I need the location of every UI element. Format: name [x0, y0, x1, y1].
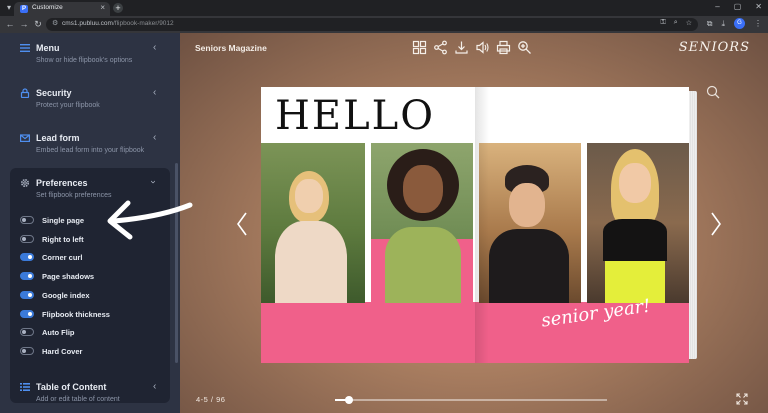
pref-corner-curl[interactable]: Corner curl	[20, 252, 170, 262]
grid-icon[interactable]	[412, 40, 427, 55]
pref-flipbook-thickness[interactable]: Flipbook thickness	[20, 309, 170, 319]
window-controls: – ▢ ✕	[715, 2, 762, 11]
reload-icon[interactable]: ↻	[32, 18, 44, 30]
viewer-title: Seniors Magazine	[195, 43, 267, 53]
brand-logo: SENIORS	[678, 40, 750, 55]
bookmark-star-icon[interactable]: ☆	[686, 19, 692, 27]
section-title: Lead form	[36, 133, 80, 143]
toggle-label: Flipbook thickness	[42, 310, 110, 319]
page-slider[interactable]	[335, 396, 607, 404]
zoom-icon[interactable]	[517, 40, 532, 55]
section-title: Preferences	[36, 178, 88, 188]
annotation-arrow-icon	[107, 200, 193, 240]
forward-icon[interactable]: →	[18, 18, 30, 30]
chevron-down-icon[interactable]: ‹	[148, 180, 159, 183]
zoom-page-icon[interactable]: ⌕	[674, 19, 678, 27]
site-info-icon[interactable]: ⚙	[52, 19, 58, 27]
toggle-label: Auto Flip	[42, 328, 75, 337]
gear-icon	[20, 178, 30, 188]
url-path: /flipbook-maker/9012	[112, 20, 174, 27]
search-icon[interactable]	[706, 85, 720, 99]
photo-senior-2	[371, 143, 473, 303]
pref-google-index[interactable]: Google index	[20, 290, 170, 300]
mail-icon	[20, 134, 30, 143]
toggle-switch[interactable]	[20, 291, 34, 299]
new-tab-icon[interactable]: +	[113, 3, 123, 13]
fullscreen-icon[interactable]	[736, 393, 748, 405]
section-subtitle: Embed lead form into your flipbook	[36, 147, 145, 154]
pref-hard-cover[interactable]: Hard Cover	[20, 346, 170, 356]
minimize-icon[interactable]: –	[715, 2, 719, 11]
menu-icon	[20, 44, 30, 52]
pink-band	[261, 302, 475, 363]
url-text: cms1.publuu.com/flipbook-maker/9012	[62, 20, 174, 27]
prev-page-arrow-icon[interactable]	[236, 211, 248, 237]
chevron-left-icon[interactable]: ‹	[153, 43, 156, 53]
section-title: Menu	[36, 43, 60, 53]
page-indicator: 4-5 / 96	[196, 395, 226, 404]
chevron-left-icon[interactable]: ‹	[153, 133, 156, 143]
extensions-icon[interactable]: ⧉	[707, 19, 713, 29]
flipbook-spread[interactable]: HELLO senior year!	[261, 87, 697, 363]
browser-tab[interactable]: P Customize ×	[14, 2, 110, 16]
pref-auto-flip[interactable]: Auto Flip	[20, 327, 170, 337]
maximize-icon[interactable]: ▢	[734, 2, 742, 11]
section-title: Table of Content	[36, 382, 107, 392]
lock-icon	[20, 88, 30, 98]
download-icon[interactable]	[454, 40, 469, 55]
downloads-icon[interactable]: ⤓	[721, 19, 725, 29]
flipbook-viewer: Seniors Magazine SENIORS HELLO senior ye…	[180, 33, 768, 413]
section-title: Security	[36, 88, 72, 98]
back-icon[interactable]: ←	[4, 18, 16, 30]
browser-menu-icon[interactable]: ⋮	[754, 19, 762, 28]
toggle-switch[interactable]	[20, 310, 34, 318]
photo-senior-4	[587, 143, 689, 303]
next-page-arrow-icon[interactable]	[710, 211, 722, 237]
browser-toolbar: ← → ↻ ⚙ cms1.publuu.com/flipbook-maker/9…	[0, 16, 768, 33]
favicon-icon: P	[20, 5, 28, 13]
chevron-left-icon[interactable]: ‹	[153, 382, 156, 392]
page-stack-edge	[689, 91, 697, 359]
toggle-label: Page shadows	[42, 272, 95, 281]
photo-senior-1	[261, 143, 365, 303]
key-icon[interactable]: ⚿	[660, 19, 665, 27]
toggle-switch[interactable]	[20, 328, 34, 336]
pref-page-shadows[interactable]: Page shadows	[20, 271, 170, 281]
url-host: cms1.publuu.com	[62, 20, 113, 27]
section-subtitle: Add or edit table of content	[36, 396, 120, 403]
gutter-shadow	[475, 87, 489, 363]
toggle-switch[interactable]	[20, 347, 34, 355]
toggle-label: Corner curl	[42, 253, 83, 262]
toggle-switch[interactable]	[20, 272, 34, 280]
toggle-switch[interactable]	[20, 235, 34, 243]
viewer-toolbar	[412, 40, 532, 55]
tab-search-icon[interactable]: ▾	[4, 3, 14, 13]
close-window-icon[interactable]: ✕	[755, 2, 762, 11]
print-icon[interactable]	[496, 40, 511, 55]
tab-close-icon[interactable]: ×	[100, 3, 105, 12]
toggle-label: Google index	[42, 291, 90, 300]
section-subtitle: Show or hide flipbook's options	[36, 57, 133, 64]
toggle-switch[interactable]	[20, 253, 34, 261]
toggle-label: Hard Cover	[42, 347, 83, 356]
toggle-label: Single page	[42, 216, 85, 225]
tab-title: Customize	[32, 4, 63, 11]
address-bar[interactable]: ⚙ cms1.publuu.com/flipbook-maker/9012 ⚿ …	[46, 18, 698, 31]
toggle-label: Right to left	[42, 235, 84, 244]
browser-tabstrip: ▾ P Customize × + – ▢ ✕	[0, 0, 768, 16]
sound-icon[interactable]	[475, 40, 490, 55]
page-heading: HELLO	[275, 93, 435, 139]
list-icon	[20, 383, 30, 391]
toggle-switch[interactable]	[20, 216, 34, 224]
photo-senior-3	[479, 143, 581, 303]
section-subtitle: Protect your flipbook	[36, 102, 100, 109]
chevron-left-icon[interactable]: ‹	[153, 88, 156, 98]
profile-avatar[interactable]: G	[734, 18, 745, 29]
page-slider-knob[interactable]	[344, 396, 353, 404]
share-icon[interactable]	[433, 40, 448, 55]
left-page[interactable]: HELLO	[261, 87, 475, 363]
